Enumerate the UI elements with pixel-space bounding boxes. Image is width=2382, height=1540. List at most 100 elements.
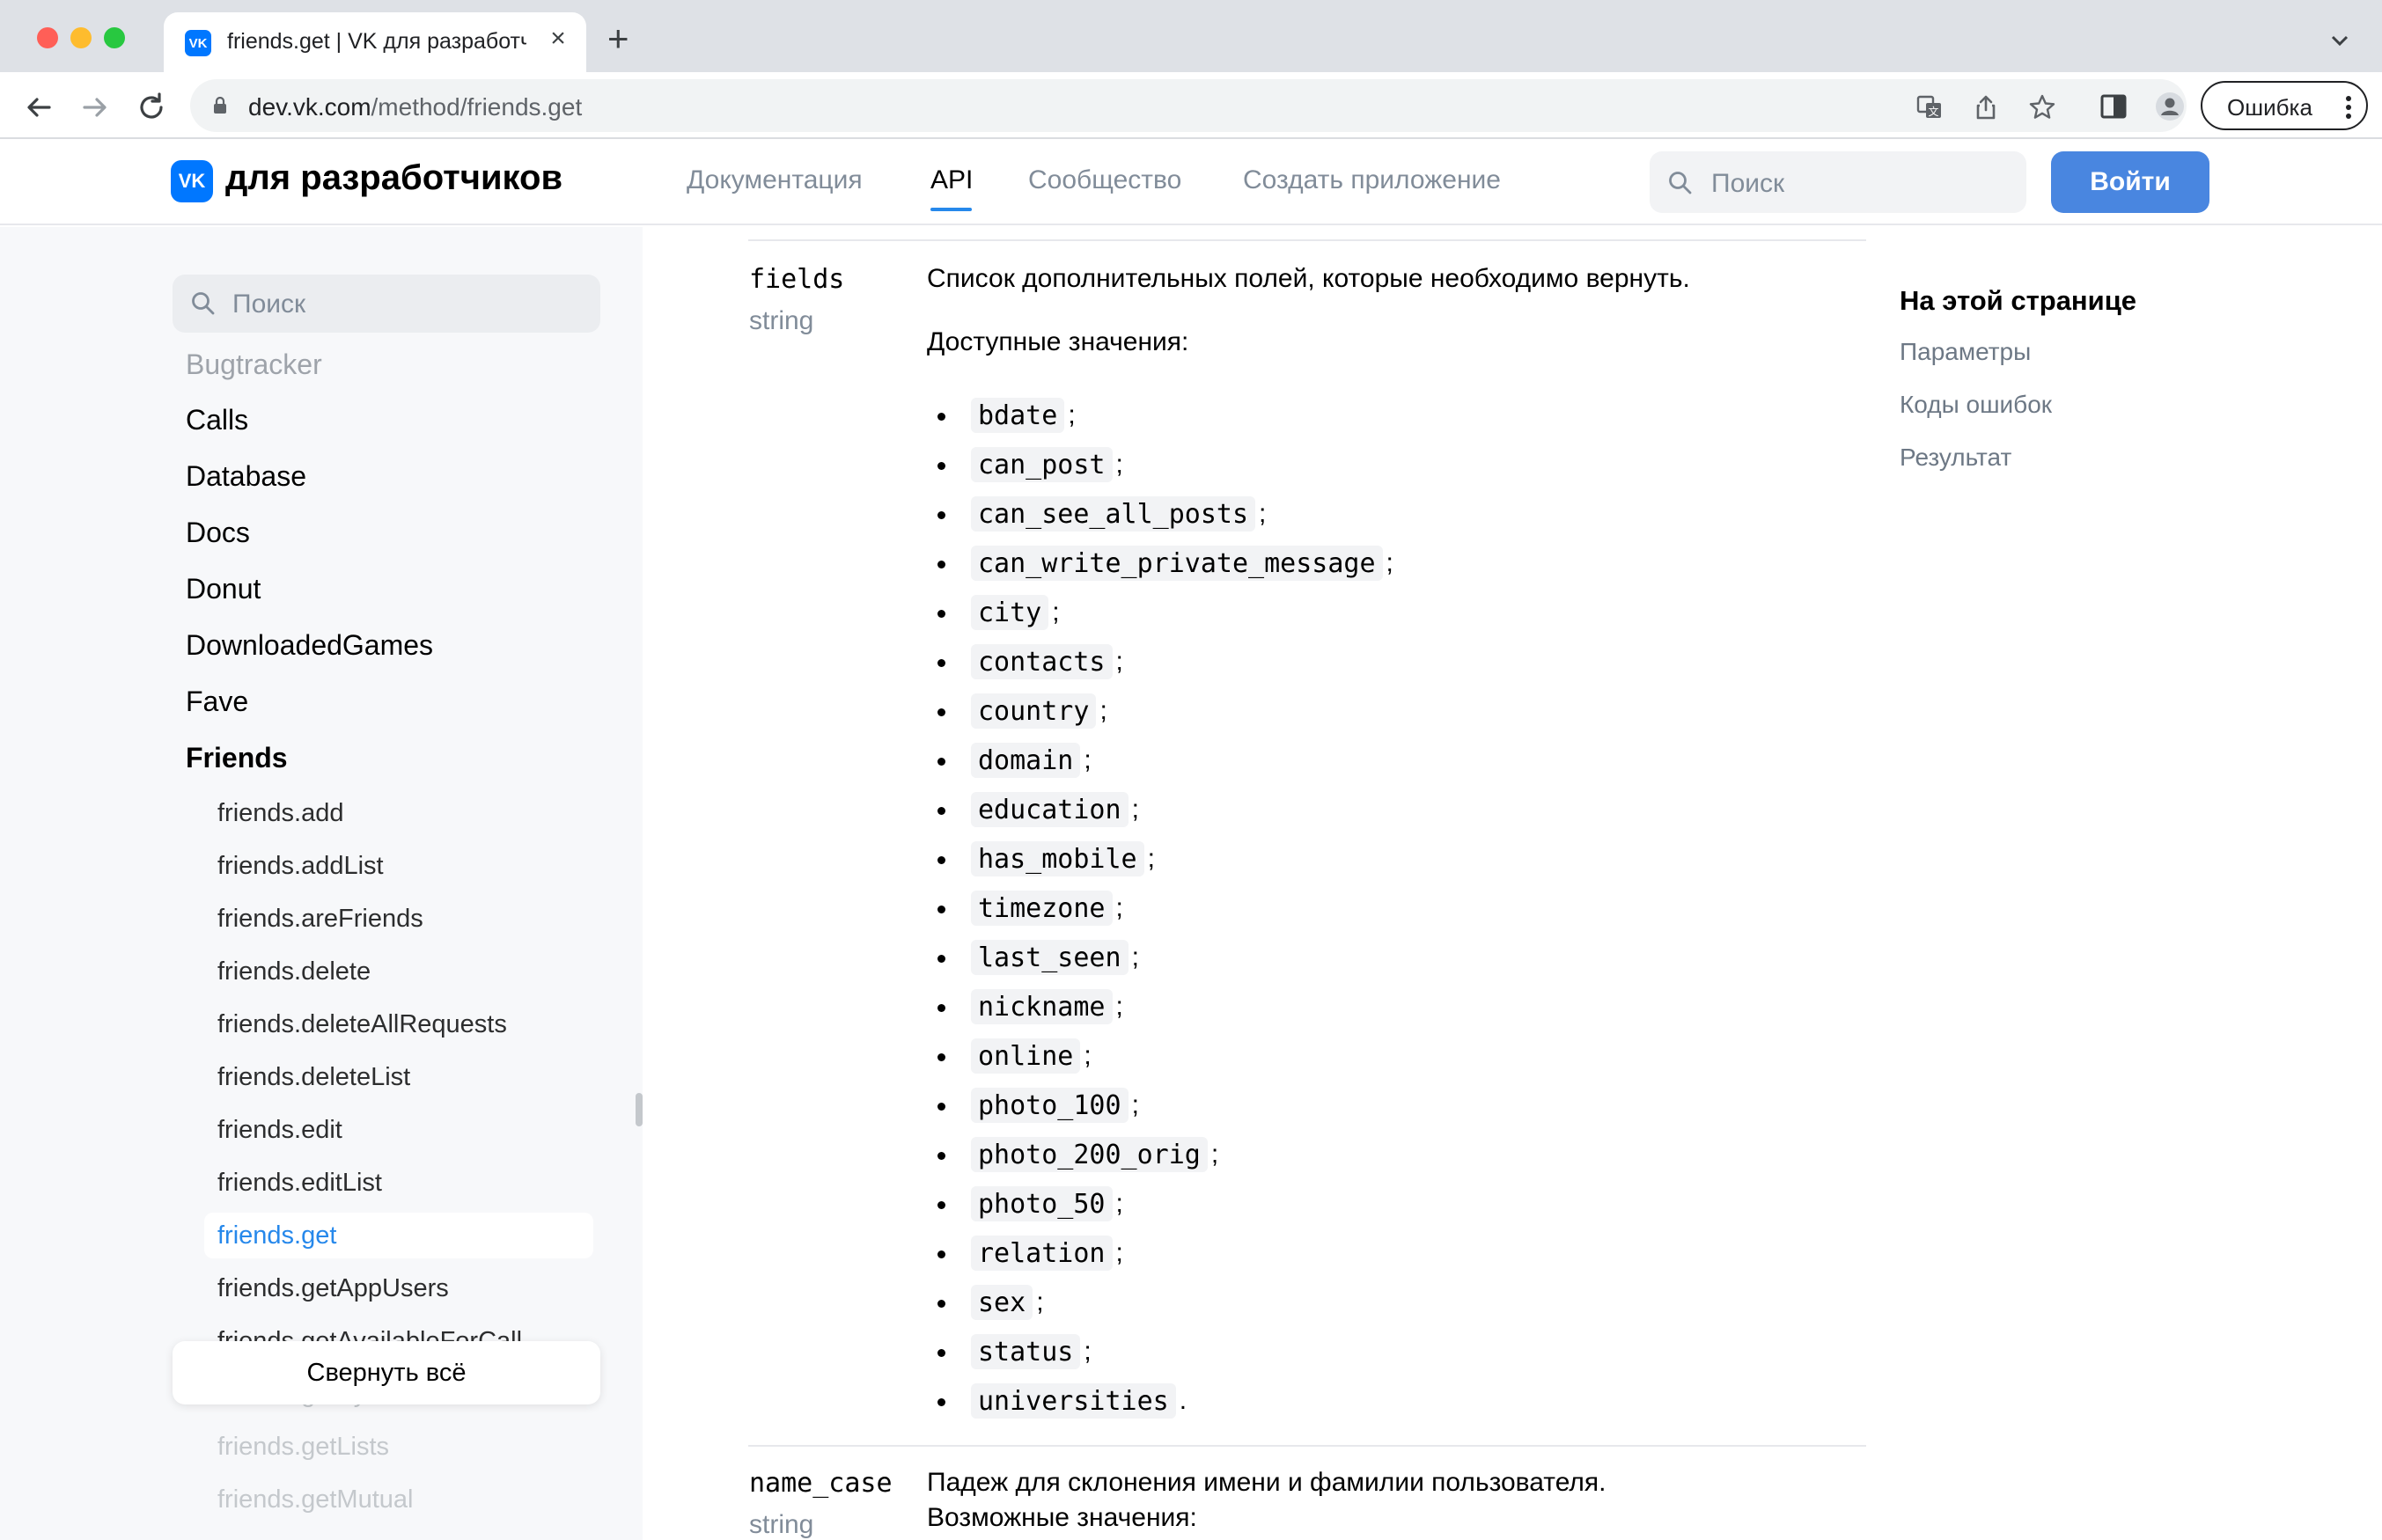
url-host: dev.vk.com [248,93,371,121]
sidebar-method-link[interactable]: friends.getAppUsers [217,1274,449,1303]
toc-link-parameters[interactable]: Параметры [1900,338,2031,366]
field-value-item: photo_100; [927,1081,1393,1130]
header-search-input[interactable]: Поиск [1650,151,2026,213]
sidebar-item-fave[interactable]: Fave [186,686,248,718]
collapse-all-button[interactable]: Свернуть всё [173,1341,600,1404]
vk-logo-icon[interactable]: VK [171,160,213,202]
field-value-code: nickname [971,989,1113,1024]
sidebar-item-bugtracker[interactable]: Bugtracker [186,348,322,381]
nav-active-underline [930,208,972,211]
profile-error-label: Ошибка [2227,94,2312,121]
close-window-button[interactable] [37,27,58,48]
field-value-separator: ; [1084,1337,1092,1366]
profile-error-button[interactable]: Ошибка [2201,81,2368,130]
minimize-window-button[interactable] [70,27,92,48]
field-value-code: online [971,1038,1081,1074]
bullet-icon [937,462,945,470]
field-value-item: city; [927,588,1393,637]
bullet-icon [937,659,945,667]
sidebar-item-donut[interactable]: Donut [186,573,261,605]
field-value-item: universities. [927,1376,1393,1426]
param-divider [748,1445,1866,1447]
site-header: VK для разработчиков Документация API Со… [0,139,2382,225]
field-value-code: bdate [971,398,1065,433]
field-value-separator: ; [1210,1140,1219,1169]
bullet-icon [937,708,945,716]
sidebar-item-database[interactable]: Database [186,460,306,493]
lock-icon [214,97,226,114]
sidebar-item-docs[interactable]: Docs [186,517,250,549]
sidebar-method-link[interactable]: friends.add [217,799,344,828]
nav-documentation[interactable]: Документация [687,165,863,195]
translate-icon[interactable]: 文 [1915,93,1944,121]
toc-link-error-codes[interactable]: Коды ошибок [1900,391,2052,419]
field-value-code: country [971,693,1097,729]
field-value-separator: ; [1259,499,1267,528]
toc-link-result[interactable]: Результат [1900,444,2011,472]
sidebar-method-link[interactable]: friends.deleteAllRequests [217,1010,507,1039]
field-value-code: relation [971,1236,1113,1271]
sidebar-search-placeholder: Поиск [232,290,306,319]
field-value-code: has_mobile [971,841,1144,876]
field-value-item: status; [927,1327,1393,1376]
site-logo-text[interactable]: для разработчиков [225,158,562,198]
sidebar-scrollbar[interactable] [636,1093,643,1126]
login-button[interactable]: Войти [2051,151,2209,213]
share-icon[interactable] [1972,93,2000,121]
sidebar-search-input[interactable]: Поиск [173,275,600,333]
sidebar-item-downloadedgames[interactable]: DownloadedGames [186,629,433,662]
url-text: dev.vk.com/method/friends.get [248,93,582,121]
sidebar-method-link[interactable]: friends.editList [217,1169,382,1198]
url-path: /method/friends.get [371,93,583,121]
forward-arrow-icon[interactable] [77,90,113,125]
field-value-code: can_see_all_posts [971,496,1256,532]
bullet-icon [937,511,945,519]
sidebar-item-calls[interactable]: Calls [186,404,248,436]
new-tab-button[interactable]: + [607,20,629,57]
field-value-item: bdate; [927,391,1393,440]
nav-api[interactable]: API [930,165,973,195]
param-values-label: Возможные значения: [927,1503,1197,1532]
field-value-separator: ; [1131,942,1139,972]
tab-close-icon[interactable]: × [544,25,572,53]
reload-icon[interactable] [134,90,169,125]
param-name-name-case: name_case [749,1468,893,1499]
profile-avatar-icon[interactable] [2155,92,2185,121]
field-value-separator: ; [1052,598,1060,627]
sidebar-method-link[interactable]: friends.delete [217,957,371,986]
sidebar-method-link[interactable]: friends.deleteList [217,1063,410,1092]
header-search-placeholder: Поиск [1711,169,1785,198]
bullet-icon [937,906,945,913]
sidebar-method-link[interactable]: friends.edit [217,1116,342,1145]
param-description: Падеж для склонения имени и фамилии поль… [927,1468,1606,1497]
maximize-window-button[interactable] [104,27,125,48]
field-value-code: domain [971,743,1081,778]
bullet-icon [937,1201,945,1209]
field-value-separator: ; [1115,450,1123,479]
field-value-separator: ; [1084,745,1092,774]
bullet-icon [937,955,945,963]
field-value-item: last_seen; [927,933,1393,982]
sidebar-method-link[interactable]: friends.getLists [217,1433,389,1462]
param-divider [748,239,1866,241]
sidebar-item-friends[interactable]: Friends [186,742,288,774]
bookmark-star-icon[interactable] [2028,93,2056,121]
sidebar-method-link[interactable]: friends.addList [217,852,384,881]
menu-kebab-icon[interactable] [2345,95,2352,120]
sidebar-method-link[interactable]: friends.areFriends [217,905,423,934]
field-value-item: timezone; [927,884,1393,933]
field-value-code: photo_200_orig [971,1137,1208,1172]
field-value-separator: ; [1147,844,1155,873]
tab-search-chevron-icon[interactable] [2327,28,2352,53]
side-panel-icon[interactable] [2099,92,2128,121]
sidebar-method-link-active[interactable]: friends.get [217,1221,336,1250]
field-value-item: can_post; [927,440,1393,489]
sidebar-method-link[interactable]: friends.getMutual [217,1485,413,1514]
field-value-item: has_mobile; [927,834,1393,884]
nav-create-app[interactable]: Создать приложение [1243,165,1501,195]
browser-tab-active[interactable]: VK friends.get | VK для разработчиков × [164,12,586,72]
nav-community[interactable]: Сообщество [1028,165,1181,195]
bullet-icon [937,1250,945,1258]
back-arrow-icon[interactable] [21,90,56,125]
address-bar[interactable]: dev.vk.com/method/friends.get 文 [190,79,2187,132]
